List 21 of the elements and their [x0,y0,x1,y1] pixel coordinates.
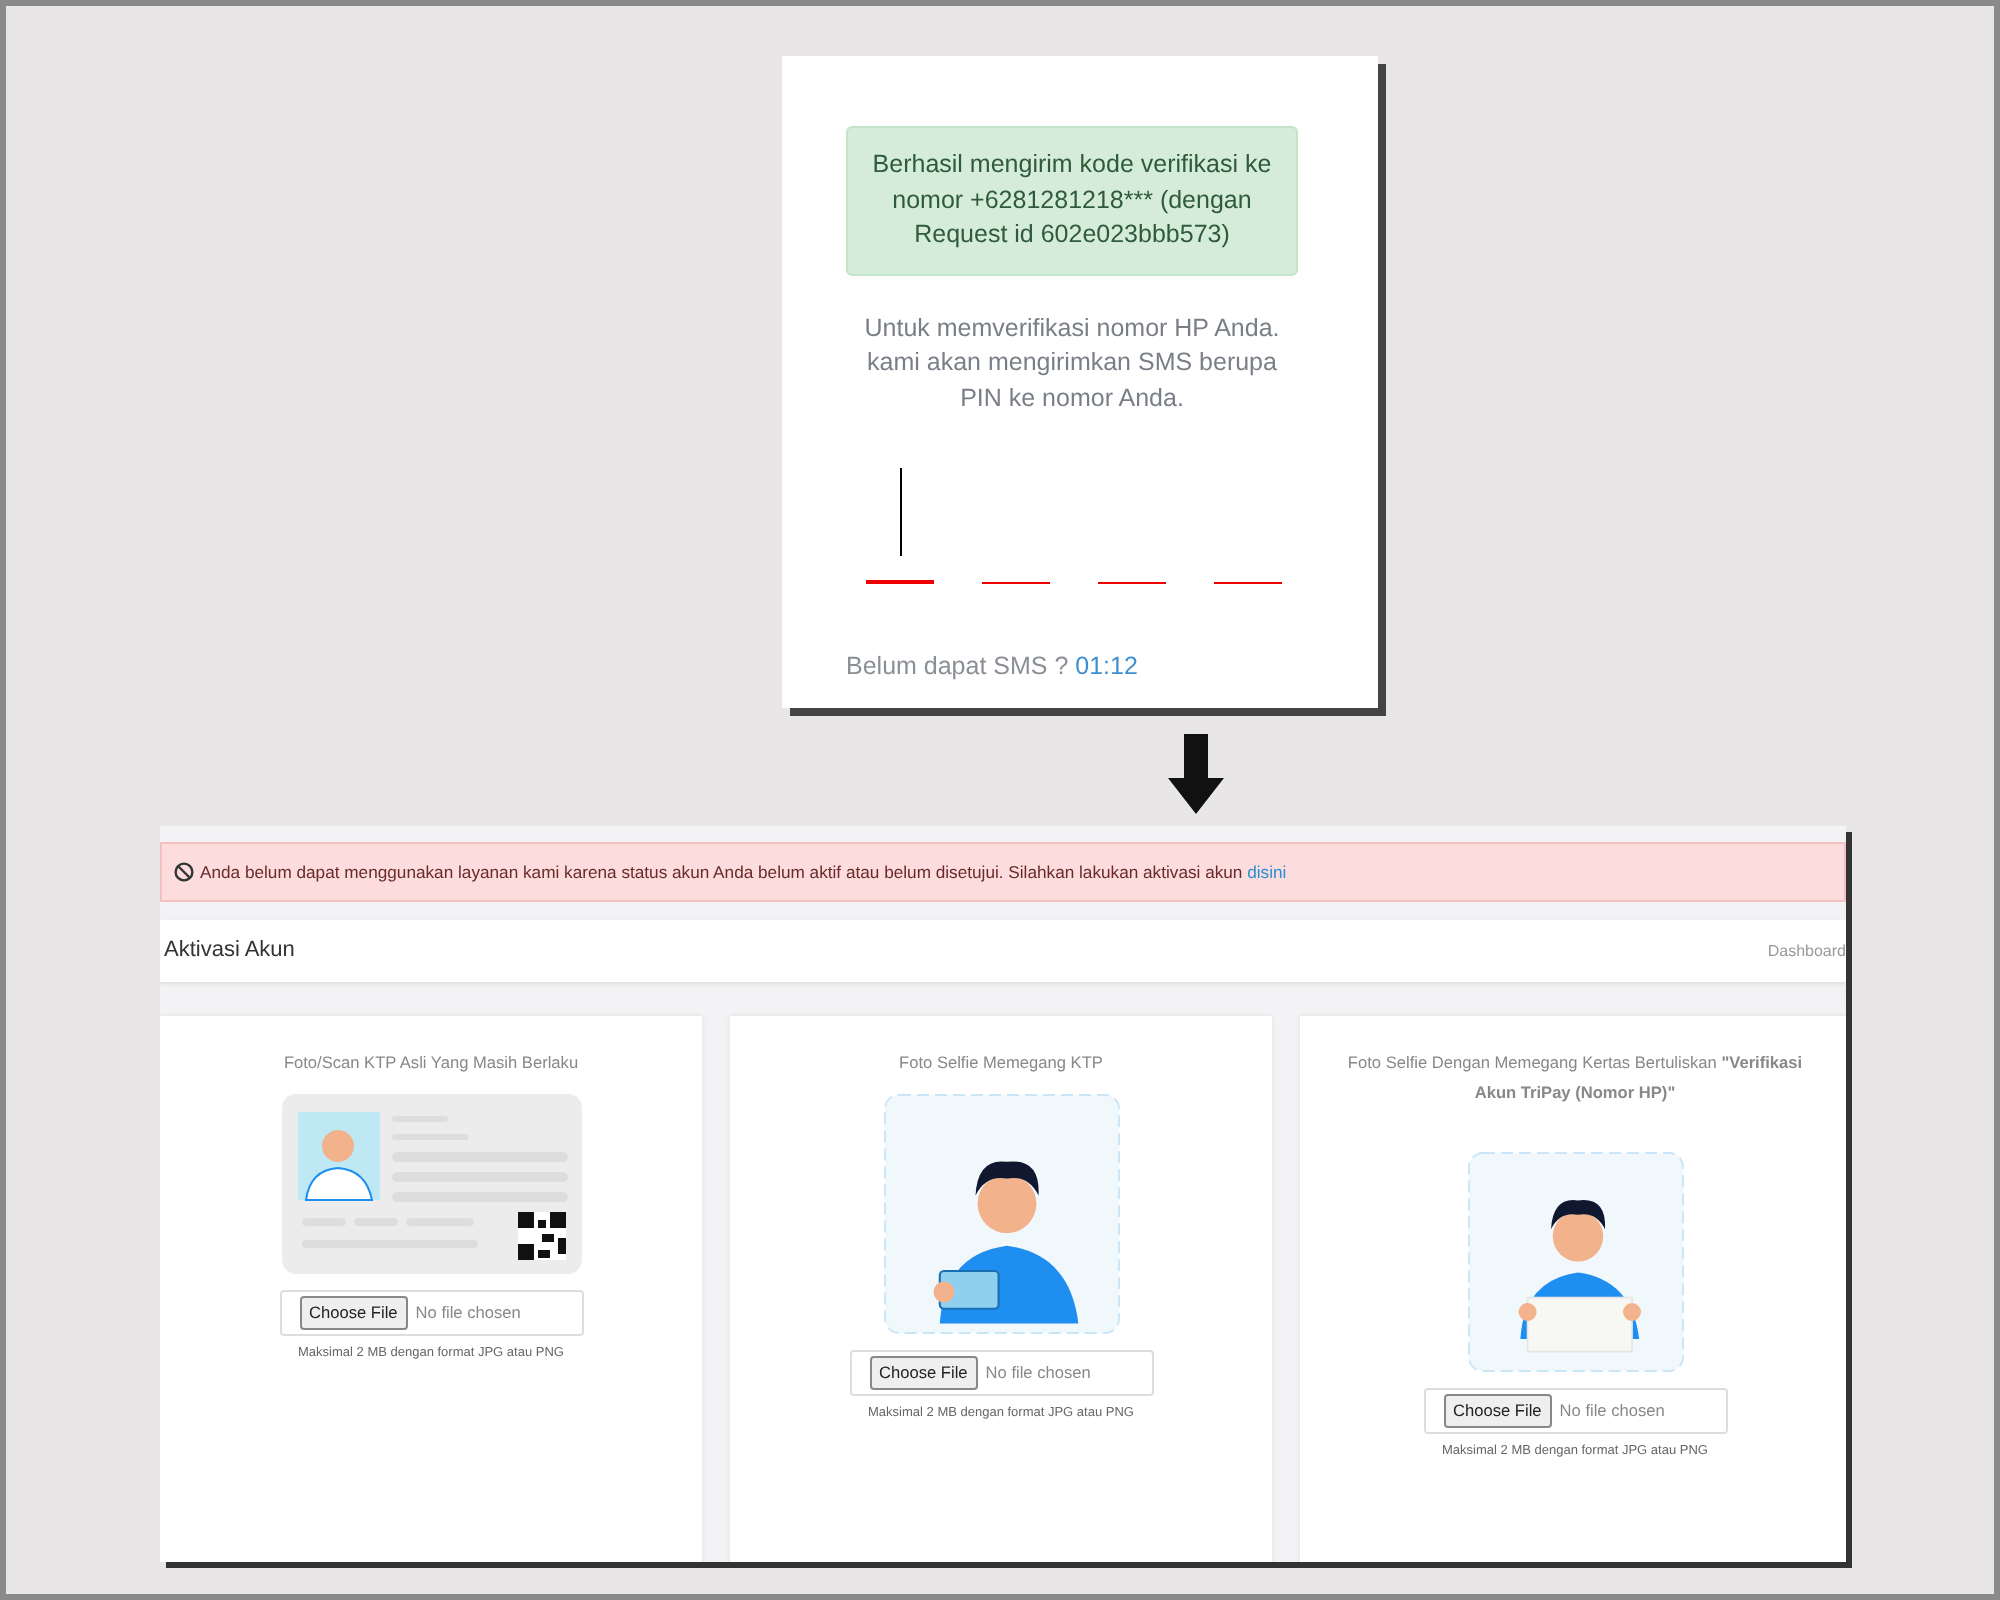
choose-file-button[interactable]: Choose File [1443,1394,1552,1428]
arrow-down-icon [1168,734,1224,814]
instruction-text: Untuk memverifikasi nomor HP Anda. kami akan mengirimkan SMS berupa PIN ke nomor Anda. [862,311,1282,415]
page-title: Aktivasi Akun [164,937,295,965]
upload-title: Foto Selfie Memegang KTP [897,1050,1105,1076]
file-status-text: No file chosen [985,1360,1091,1386]
success-alert: Berhasil mengirim kode verifikasi ke nomor +6281281218*** (dengan Request id 602e023bbb573) [846,126,1298,275]
file-input-field[interactable]: Choose File No file chosen [849,1349,1153,1396]
pin-input[interactable] [866,468,934,584]
upload-title: Foto/Scan KTP Asli Yang Masih Berlaku [281,1050,581,1076]
prohibited-icon [174,862,194,882]
file-status-text: No file chosen [415,1300,521,1326]
resend-label: Belum dapat SMS ? [846,652,1069,680]
file-input-field[interactable]: Choose File No file chosen [279,1289,583,1336]
file-input-field[interactable]: Choose File No file chosen [1423,1387,1727,1434]
alert-message: Anda belum dapat menggunakan layanan kami karena status akun Anda belum aktif atau belum disetujui. Silahkan lakukan aktivasi akun disini [200,859,1287,885]
choose-file-button[interactable]: Choose File [869,1356,978,1390]
countdown-timer: 01:12 [1075,652,1138,680]
upload-title: Foto Selfie Dengan Memegang Kertas Bertuliskan "Verifikasi Akun TriPay (Nomor HP)" [1345,1050,1805,1106]
choose-file-button[interactable]: Choose File [299,1296,408,1330]
file-status-text: No file chosen [1559,1398,1665,1424]
